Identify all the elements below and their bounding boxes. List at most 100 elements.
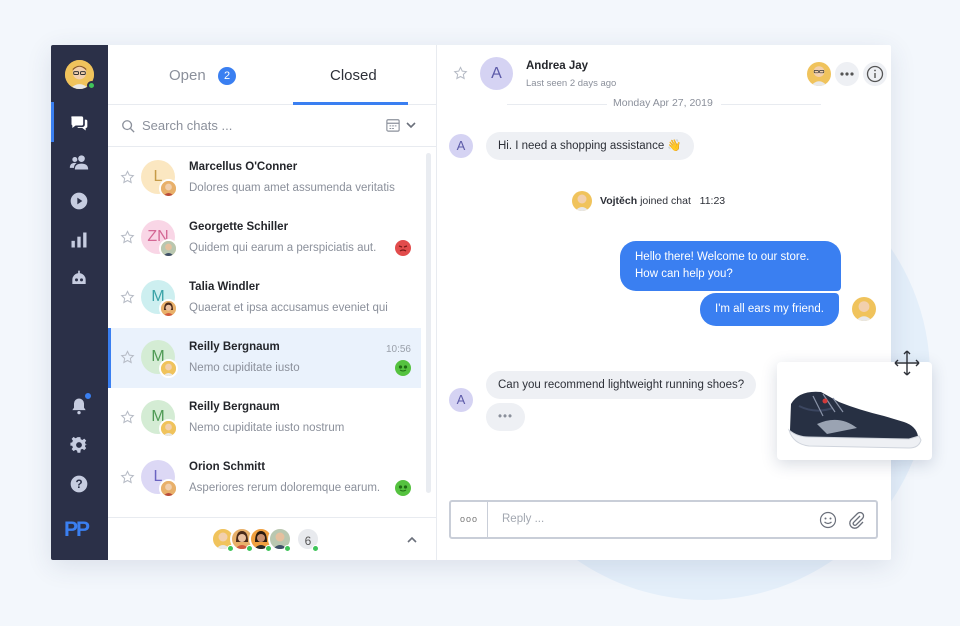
open-count-badge: 2 (218, 67, 236, 85)
ellipsis-icon (840, 72, 854, 76)
agent-mini-avatar (159, 179, 178, 198)
star-icon[interactable] (120, 470, 135, 485)
chat-list-item-selected[interactable]: M Reilly Bergnaum Nemo cupiditate iusto … (108, 328, 421, 388)
assigned-agent-avatar[interactable] (807, 62, 831, 86)
attachment-icon[interactable] (847, 510, 865, 529)
join-time: 11:23 (699, 195, 726, 207)
contact-name: Talia Windler (189, 281, 260, 293)
wave-emoji-icon: 👋 (667, 140, 682, 152)
agent-avatar (852, 297, 876, 321)
message-time: 10:56 (385, 344, 411, 355)
last-message: Nemo cupiditate iusto nostrum (189, 422, 345, 434)
star-icon[interactable] (120, 230, 135, 245)
agent-avatar (572, 191, 592, 211)
contact-name: Reilly Bergnaum (189, 341, 280, 353)
conversation-title: Andrea Jay (526, 60, 589, 72)
angry-emoji-icon (395, 240, 411, 256)
contact-name: Georgette Schiller (189, 221, 289, 233)
emoji-icon[interactable] (819, 511, 837, 529)
info-button[interactable] (863, 62, 887, 86)
last-seen-text: Last seen 2 days ago (526, 78, 617, 89)
search-icon (122, 120, 135, 133)
notification-dot (84, 392, 92, 400)
svg-text:?: ? (75, 478, 82, 491)
reply-input[interactable]: Reply ... (502, 513, 544, 525)
incoming-message: Can you recommend lightweight running sh… (486, 371, 757, 399)
online-status-dot (87, 81, 96, 90)
play-icon[interactable] (68, 190, 90, 212)
happy-emoji-icon (395, 360, 411, 376)
last-message: Asperiores rerum doloremque earum. (189, 482, 381, 494)
contact-name: Marcellus O'Conner (189, 161, 298, 173)
date-label: Monday Apr 27, 2019 (613, 97, 713, 109)
contacts-icon[interactable] (68, 151, 90, 173)
agent-mini-avatar (159, 419, 178, 438)
message-text: Hi. I need a shopping assistance (498, 140, 665, 152)
join-label: joined chat (640, 195, 691, 207)
active-indicator (51, 102, 54, 142)
typing-indicator: ••• (486, 403, 526, 431)
search-input[interactable]: Search chats ... (142, 118, 232, 133)
contact-avatar: A (480, 57, 513, 90)
contact-avatar: A (449, 388, 473, 412)
chat-app-window: ? PP Open 2 Closed Search chats ... L Ma… (51, 45, 891, 560)
chat-list-panel: Open 2 Closed Search chats ... L Marcell… (108, 45, 437, 560)
online-status-dot (312, 545, 319, 552)
agents-footer: 6 (108, 517, 437, 560)
online-status-dot (284, 545, 291, 552)
outgoing-message: Hello there! Welcome to our store. How c… (620, 241, 841, 291)
chat-list-item[interactable]: L Marcellus O'Conner Dolores quam amet a… (108, 148, 421, 208)
chat-list-scrollbar[interactable] (426, 153, 431, 493)
last-message: Dolores quam amet assumenda veritatis (189, 182, 395, 194)
agent-mini-avatar (159, 239, 178, 258)
conversation-header: A Andrea Jay Last seen 2 days ago (437, 45, 891, 101)
sidebar-rail: ? PP (51, 45, 108, 560)
move-icon[interactable] (893, 349, 921, 377)
agent-mini-avatar (159, 299, 178, 318)
more-options-button[interactable] (835, 62, 859, 86)
chat-list-item[interactable]: ZN Georgette Schiller Quidem qui earum a… (108, 208, 421, 268)
chat-tabs: Open 2 Closed (108, 45, 437, 105)
chat-list-item[interactable]: M Reilly Bergnaum Nemo cupiditate iusto … (108, 388, 421, 448)
star-icon[interactable] (453, 66, 468, 81)
gear-icon[interactable] (68, 434, 90, 456)
contact-name: Orion Schmitt (189, 461, 266, 473)
join-agent-name: Vojtěch (600, 195, 638, 207)
star-icon[interactable] (120, 170, 135, 185)
options-button[interactable]: ooo (451, 502, 488, 537)
outgoing-message: I'm all ears my friend. (700, 293, 839, 326)
agent-mini-avatar (159, 359, 178, 378)
star-icon[interactable] (120, 350, 135, 365)
chat-list-item[interactable]: L Orion Schmitt Asperiores rerum dolorem… (108, 448, 421, 508)
join-text: Vojtěch joined chat 11:23 (600, 191, 725, 211)
reply-box: ooo Reply ... (449, 500, 878, 539)
calendar-icon[interactable] (386, 118, 400, 132)
app-logo: PP (64, 518, 90, 541)
tab-closed[interactable]: Closed (330, 67, 377, 84)
bot-icon[interactable] (68, 268, 90, 290)
star-icon[interactable] (120, 290, 135, 305)
star-icon[interactable] (120, 410, 135, 425)
conversation-panel: A Andrea Jay Last seen 2 days ago Monday… (437, 45, 891, 560)
tab-open[interactable]: Open (169, 67, 206, 84)
last-message: Quaerat et ipsa accusamus eveniet qui (189, 302, 388, 314)
online-status-dot (246, 545, 253, 552)
stats-icon[interactable] (68, 229, 90, 251)
incoming-message: Hi. I need a shopping assistance 👋 (486, 132, 694, 160)
info-icon (866, 65, 884, 83)
agent-mini-avatar (159, 479, 178, 498)
divider (507, 104, 607, 105)
chat-list-item[interactable]: M Talia Windler Quaerat et ipsa accusamu… (108, 268, 421, 328)
date-separator: Monday Apr 27, 2019 (437, 97, 891, 111)
search-bar: Search chats ... (108, 105, 437, 147)
chevron-up-icon[interactable] (406, 534, 418, 546)
contact-name: Reilly Bergnaum (189, 401, 280, 413)
divider (721, 104, 821, 105)
help-icon[interactable]: ? (68, 473, 90, 495)
last-message: Quidem qui earum a perspiciatis aut. (189, 242, 377, 254)
online-status-dot (265, 545, 272, 552)
online-status-dot (227, 545, 234, 552)
last-message: Nemo cupiditate iusto (189, 362, 300, 374)
chat-icon[interactable] (68, 112, 90, 134)
chevron-down-icon[interactable] (405, 119, 417, 131)
